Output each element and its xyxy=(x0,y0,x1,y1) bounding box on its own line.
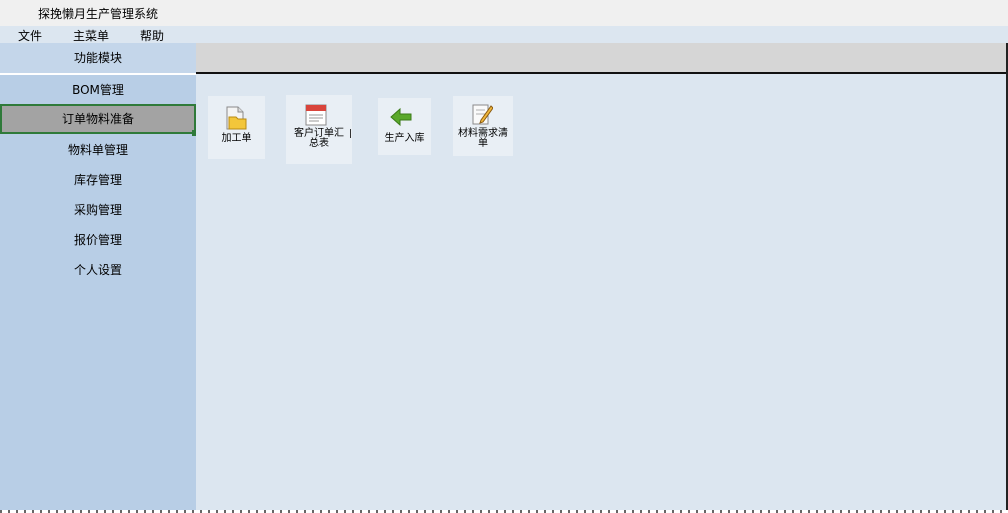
window-title: 探挽懒月生产管理系统 xyxy=(38,7,159,21)
tile-processing-order[interactable]: 加工单 xyxy=(208,96,265,159)
sidebar-header: 功能模块 xyxy=(0,43,196,75)
menu-bar: 文件 主菜单 帮助 xyxy=(0,26,1008,43)
sidebar-item-material-list[interactable]: 物料单管理 xyxy=(0,135,196,165)
calendar-icon xyxy=(305,104,327,126)
sidebar-item-personal-settings[interactable]: 个人设置 xyxy=(0,255,196,285)
main-panel: 加工单 客户订单汇总表 生产入库 材料需求清单 xyxy=(196,43,1008,512)
menu-main[interactable]: 主菜单 xyxy=(73,29,109,43)
sidebar-item-order-material[interactable]: 订单物料准备 xyxy=(0,104,198,136)
sidebar-item-quote[interactable]: 报价管理 xyxy=(0,225,196,255)
tile-production-stock-in[interactable]: 生产入库 xyxy=(378,98,431,155)
main-header-bar xyxy=(196,43,1006,74)
tile-label: 材料需求清单 xyxy=(458,128,508,149)
menu-file[interactable]: 文件 xyxy=(18,29,42,43)
tile-label: 生产入库 xyxy=(384,133,425,144)
tile-label: 客户订单汇总表 xyxy=(294,128,344,149)
tile-material-requirements[interactable]: 材料需求清单 xyxy=(453,96,513,156)
tile-label: 加工单 xyxy=(221,133,252,144)
text-cursor xyxy=(350,129,351,138)
folder-document-icon xyxy=(226,106,247,130)
tile-customer-order-summary[interactable]: 客户订单汇总表 xyxy=(286,95,352,164)
green-arrow-left-icon xyxy=(390,107,412,127)
edit-note-icon xyxy=(472,104,493,125)
sidebar: 功能模块 BOM管理 订单物料准备 物料单管理 库存管理 采购管理 报价管理 个… xyxy=(0,43,198,513)
sidebar-item-purchase[interactable]: 采购管理 xyxy=(0,195,196,225)
sidebar-item-label: 订单物料准备 xyxy=(61,112,134,126)
title-bar: 探挽懒月生产管理系统 xyxy=(0,0,1008,26)
sidebar-item-bom[interactable]: BOM管理 xyxy=(0,75,196,105)
sidebar-item-inventory[interactable]: 库存管理 xyxy=(0,165,196,195)
menu-help[interactable]: 帮助 xyxy=(140,29,164,43)
